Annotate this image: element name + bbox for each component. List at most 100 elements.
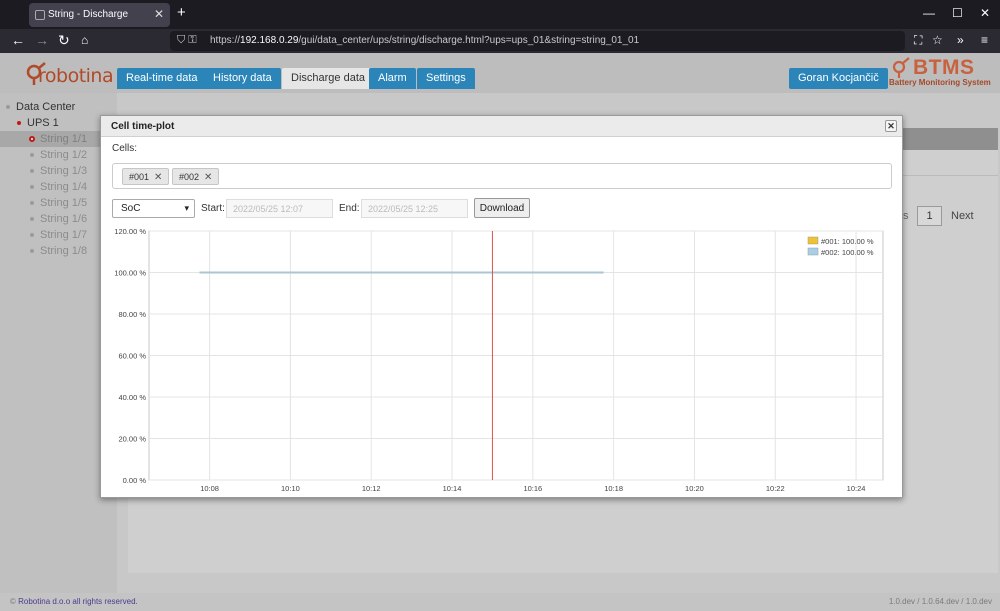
extensions-overflow-icon[interactable]: » xyxy=(957,33,964,47)
footer-company-link[interactable]: Robotina d.o.o xyxy=(18,597,70,606)
x-tick-label: 10:12 xyxy=(362,484,381,493)
cell-time-plot-dialog: Cell time-plot ✕ Cells: #001 ✕ #002 ✕ SoC … xyxy=(100,115,903,498)
site-security-icon[interactable]: ⛉ ⚿ xyxy=(177,34,197,47)
end-date-input[interactable]: 2022/05/25 12:25 xyxy=(361,199,468,218)
bookmark-star-icon[interactable]: ☆ xyxy=(932,33,943,47)
background-table-header xyxy=(903,128,998,150)
tree-bullet-icon xyxy=(30,217,34,221)
tab-alarm[interactable]: Alarm xyxy=(369,68,416,89)
cell-chip-label: #002 xyxy=(179,172,200,182)
url-bar[interactable]: ⛉ ⚿ https://192.168.0.29/gui/data_center… xyxy=(170,31,905,51)
maximize-window-icon[interactable]: ☐ xyxy=(952,6,963,20)
tree-item-label: String 1/8 xyxy=(40,245,88,257)
start-date-input[interactable]: 2022/05/25 12:07 xyxy=(226,199,333,218)
legend-label: #001: 100.00 % xyxy=(821,237,874,246)
tree-bullet-icon xyxy=(30,153,34,157)
tree-selected-icon xyxy=(29,136,35,142)
download-button[interactable]: Download xyxy=(474,198,530,218)
tree-item-label: String 1/7 xyxy=(40,229,88,241)
tree-bullet-icon xyxy=(30,249,34,253)
btms-title: BTMS xyxy=(913,56,975,79)
btms-subtitle: Battery Monitoring System xyxy=(889,78,991,87)
new-tab-icon[interactable]: + xyxy=(177,4,186,21)
legend-swatch xyxy=(807,247,819,256)
tree-item-data-center[interactable]: Data Center xyxy=(0,99,117,115)
url-text: https://192.168.0.29/gui/data_center/ups… xyxy=(210,35,640,46)
legend-swatch xyxy=(807,236,819,245)
tree-bullet-icon xyxy=(30,233,34,237)
tree-bullet-icon xyxy=(6,105,10,109)
chevron-down-icon: ▾ xyxy=(184,203,189,213)
tree-item-label: String 1/6 xyxy=(40,213,88,225)
end-label: End: xyxy=(339,203,360,214)
soc-time-plot[interactable]: 0.00 % 20.00 % 40.00 % 60.00 % 80.00 % 100.00… xyxy=(101,226,902,496)
pagination-next-button[interactable]: Next xyxy=(951,210,974,222)
close-window-icon[interactable]: ✕ xyxy=(980,6,990,20)
browser-tab-bar: String - Discharge ✕ + — ☐ ✕ xyxy=(0,0,1000,29)
background-table-divider xyxy=(903,175,998,176)
tab-discharge-data[interactable]: Discharge data xyxy=(282,68,374,89)
x-tick-label: 10:24 xyxy=(847,484,866,493)
close-dialog-icon[interactable]: ✕ xyxy=(885,120,897,132)
btms-logo: BTMS Battery Monitoring System xyxy=(887,56,997,90)
robotina-logo[interactable]: robotina xyxy=(22,60,114,87)
pagination-page-button[interactable]: 1 xyxy=(917,206,942,226)
app-header: robotina Real-time data History data Dis… xyxy=(0,53,1000,93)
x-tick-label: 10:08 xyxy=(200,484,219,493)
tab-real-time-data[interactable]: Real-time data xyxy=(117,68,207,89)
metric-select[interactable]: SoC ▾ xyxy=(112,199,195,218)
browser-tab[interactable]: String - Discharge ✕ xyxy=(29,3,170,27)
cell-chip-label: #001 xyxy=(129,172,150,182)
background-previous-fragment: s xyxy=(903,210,909,222)
tab-history-data[interactable]: History data xyxy=(204,68,281,89)
footer: © Robotina d.o.o all rights reserved. 1.… xyxy=(0,593,1000,611)
footer-version: 1.0.dev / 1.0.64.dev / 1.0.dev xyxy=(888,597,992,606)
x-tick-label: 10:22 xyxy=(766,484,785,493)
tree-item-label: String 1/3 xyxy=(40,165,88,177)
translate-icon[interactable]: ⛶ xyxy=(914,33,922,48)
footer-copyright: © Robotina d.o.o all rights reserved. xyxy=(10,597,138,606)
tree-item-label: String 1/2 xyxy=(40,149,88,161)
tree-bullet-icon xyxy=(17,121,21,125)
home-icon[interactable]: ⌂ xyxy=(81,33,88,47)
y-tick-label: 60.00 % xyxy=(118,352,146,361)
start-label: Start: xyxy=(201,203,225,214)
legend-label: #002: 100.00 % xyxy=(821,248,874,257)
logo-text: robotina xyxy=(38,65,114,87)
forward-icon[interactable]: → xyxy=(35,32,49,48)
dialog-title: Cell time-plot xyxy=(111,121,175,132)
btms-logo-icon xyxy=(892,57,910,78)
tree-item-label: Data Center xyxy=(16,101,76,113)
minimize-window-icon[interactable]: — xyxy=(923,6,935,20)
tree-item-label: String 1/5 xyxy=(40,197,88,209)
cells-label: Cells: xyxy=(112,143,138,154)
x-tick-label: 10:14 xyxy=(443,484,462,493)
tree-bullet-icon xyxy=(30,201,34,205)
remove-cell-icon[interactable]: ✕ xyxy=(204,172,212,183)
user-menu-button[interactable]: Goran Kocjančič xyxy=(789,68,888,89)
back-icon[interactable]: ← xyxy=(11,32,25,48)
remove-cell-icon[interactable]: ✕ xyxy=(154,172,162,183)
y-tick-label: 20.00 % xyxy=(118,435,146,444)
tree-item-label: String 1/4 xyxy=(40,181,88,193)
y-tick-label: 120.00 % xyxy=(114,227,146,236)
tree-item-label: String 1/1 xyxy=(40,133,88,145)
cell-chip-002: #002 ✕ xyxy=(172,168,220,185)
y-tick-label: 0.00 % xyxy=(123,476,147,485)
metric-select-value: SoC xyxy=(121,203,141,214)
tab-settings[interactable]: Settings xyxy=(417,68,475,89)
cell-chip-001: #001 ✕ xyxy=(122,168,170,185)
y-tick-label: 100.00 % xyxy=(114,269,146,278)
y-tick-label: 40.00 % xyxy=(118,393,146,402)
y-tick-label: 80.00 % xyxy=(118,310,146,319)
x-tick-label: 10:16 xyxy=(523,484,542,493)
reload-icon[interactable]: ↻ xyxy=(58,32,70,49)
cells-multiselect[interactable]: #001 ✕ #002 ✕ xyxy=(112,163,892,189)
x-tick-label: 10:20 xyxy=(685,484,704,493)
browser-tab-title: String - Discharge xyxy=(48,9,129,20)
page-favicon-icon xyxy=(35,10,45,20)
menu-icon[interactable]: ≡ xyxy=(981,33,988,47)
close-tab-icon[interactable]: ✕ xyxy=(154,7,164,21)
tree-bullet-icon xyxy=(30,185,34,189)
tree-item-label: UPS 1 xyxy=(27,117,59,129)
